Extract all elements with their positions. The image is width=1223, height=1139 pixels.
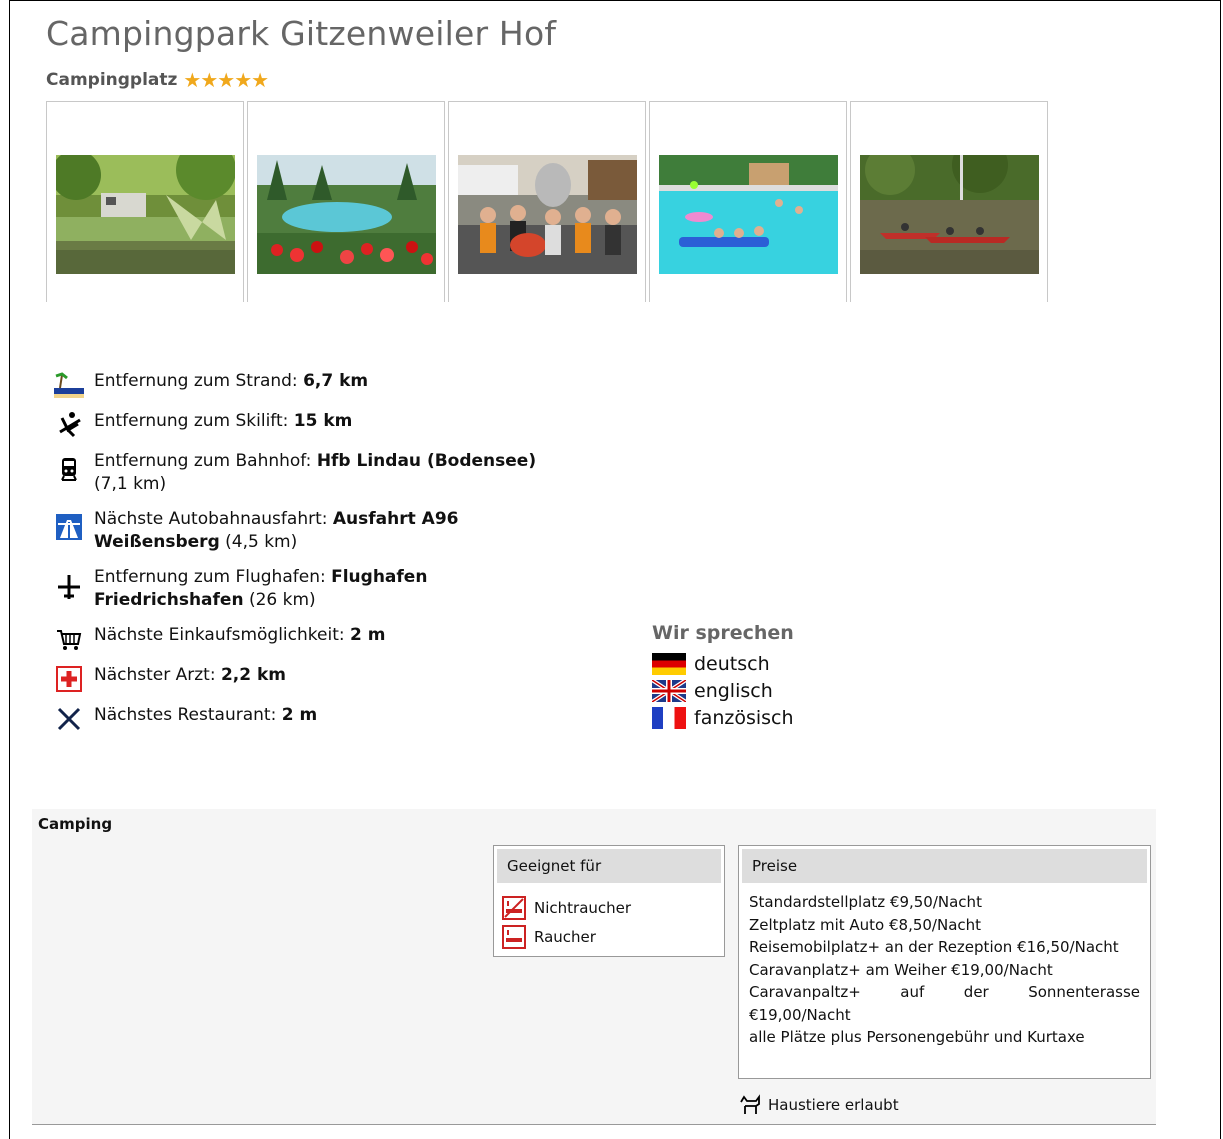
- price-line: Zeltplatz mit Auto €8,50/Nacht: [749, 915, 982, 934]
- ski-lift-icon: [54, 410, 84, 440]
- doctor-label: Nächster Arzt:: [94, 665, 221, 685]
- language-german: deutsch: [652, 650, 794, 677]
- languages-section: Wir sprechen deutsch englisch fanzösisch: [650, 622, 794, 731]
- price-line: Reisemobilplatz+ an der Rezeption €16,50…: [749, 936, 1140, 959]
- language-label-french: fanzösisch: [694, 706, 794, 729]
- suitable-for-box: Geeignet für Nichtraucher Raucher: [493, 845, 725, 957]
- info-highway: Nächste Autobahnausfahrt: Ausfahrt A96 We…: [54, 508, 654, 554]
- prices-list: Standardstellplatz €9,50/Nacht Zeltplatz…: [739, 883, 1150, 1049]
- gallery-thumb-1[interactable]: [46, 101, 244, 302]
- smoking-icon: [502, 924, 526, 949]
- airport-label: Entfernung zum Flughafen:: [94, 567, 332, 587]
- info-doctor: Nächster Arzt: 2,2 km: [54, 664, 654, 694]
- info-airport: Entfernung zum Flughafen: Flughafen Fried…: [54, 566, 654, 612]
- no-smoking-icon: [502, 895, 526, 920]
- photo-pool-swimmers[interactable]: [659, 155, 838, 274]
- highway-distance: (4,5 km): [219, 532, 298, 552]
- language-french: fanzösisch: [652, 704, 794, 731]
- beach-value: 6,7 km: [303, 371, 369, 391]
- beach-label: Entfernung zum Strand:: [94, 371, 304, 391]
- airport-value-1: Flughafen: [331, 567, 428, 587]
- price-line-text: Reisemobilplatz+ an der Rezeption €16,50…: [749, 938, 1119, 956]
- restaurant-label: Nächstes Restaurant:: [94, 705, 282, 725]
- price-line: Caravanpaltz+ auf der Sonnenterasse €19,…: [749, 981, 1140, 1026]
- option-non-smoker: Nichtraucher: [502, 893, 724, 922]
- option-smoker: Raucher: [502, 922, 724, 951]
- info-train: Entfernung zum Bahnhof: Hfb Lindau (Bode…: [54, 450, 654, 496]
- photo-caravan-lake[interactable]: [56, 155, 235, 274]
- photo-pool-flowers[interactable]: [257, 155, 436, 274]
- beach-icon: [54, 370, 84, 400]
- gallery-thumb-3[interactable]: [448, 101, 646, 302]
- train-label: Entfernung zum Bahnhof:: [94, 451, 317, 471]
- info-shop: Nächste Einkaufsmöglichkeit: 2 m: [54, 624, 654, 654]
- german-flag-icon: [652, 652, 686, 675]
- shopping-cart-icon: [54, 624, 84, 654]
- highway-label: Nächste Autobahnausfahrt:: [94, 509, 333, 529]
- skilift-label: Entfernung zum Skilift:: [94, 411, 294, 431]
- airport-value-2: Friedrichshafen: [94, 590, 244, 610]
- info-skilift: Entfernung zum Skilift: 15 km: [54, 410, 654, 440]
- price-line: Caravanplatz+ am Weiher €19,00/Nacht: [749, 960, 1053, 979]
- train-value: Hfb Lindau (Bodensee): [316, 451, 537, 471]
- photo-group-mascot[interactable]: [458, 155, 637, 274]
- gallery-thumb-4[interactable]: [649, 101, 847, 302]
- category-label: Campingplatz: [46, 70, 178, 90]
- prices-box: Preise Standardstellplatz €9,50/Nacht Ze…: [738, 845, 1151, 1079]
- skilift-value: 15 km: [293, 411, 353, 431]
- restaurant-value: 2 m: [281, 705, 318, 725]
- price-line-text: Caravanpaltz+ auf der Sonnenterasse €19,…: [749, 983, 1140, 1024]
- highway-icon: [54, 512, 84, 542]
- prices-heading: Preise: [742, 849, 1147, 883]
- languages-heading: Wir sprechen: [652, 622, 794, 644]
- cutlery-icon: [54, 704, 84, 734]
- price-line: Standardstellplatz €9,50/Nacht: [749, 893, 982, 911]
- page-title: Campingpark Gitzenweiler Hof: [46, 14, 557, 53]
- pets-allowed: Haustiere erlaubt: [738, 1094, 899, 1116]
- language-label-german: deutsch: [694, 652, 770, 675]
- highway-value-2: Weißensberg: [94, 532, 220, 552]
- shop-value: 2 m: [350, 625, 386, 645]
- info-restaurant: Nächstes Restaurant: 2 m: [54, 704, 654, 734]
- doctor-value: 2,2 km: [220, 665, 287, 685]
- subtitle: Campingplatz ★★★★★: [46, 68, 269, 92]
- language-english: englisch: [650, 677, 794, 704]
- gallery-thumb-5[interactable]: [850, 101, 1048, 302]
- option-label-non-smoker: Nichtraucher: [534, 898, 632, 917]
- info-beach: Entfernung zum Strand: 6,7 km: [54, 370, 654, 400]
- price-line: alle Plätze plus Personengebühr und Kurt…: [749, 1028, 1085, 1046]
- pets-label: Haustiere erlaubt: [768, 1096, 899, 1114]
- medical-cross-icon: [54, 664, 84, 694]
- train-distance: (7,1 km): [94, 474, 167, 494]
- train-icon: [54, 454, 84, 484]
- uk-flag-icon: [650, 677, 688, 704]
- camping-label: Camping: [38, 815, 113, 833]
- photo-canoes[interactable]: [860, 155, 1039, 274]
- option-label-smoker: Raucher: [534, 927, 596, 946]
- rating-stars: ★★★★★: [183, 68, 269, 92]
- airplane-icon: [54, 572, 84, 602]
- photo-gallery: [46, 101, 1048, 302]
- dog-icon: [740, 1094, 760, 1114]
- airport-distance: (26 km): [243, 590, 316, 610]
- gallery-thumb-2[interactable]: [247, 101, 445, 302]
- french-flag-icon: [652, 706, 686, 729]
- highway-value-1: Ausfahrt A96: [332, 509, 459, 529]
- shop-label: Nächste Einkaufsmöglichkeit:: [94, 625, 350, 645]
- suitable-heading: Geeignet für: [497, 849, 721, 883]
- language-label-english: englisch: [694, 679, 773, 702]
